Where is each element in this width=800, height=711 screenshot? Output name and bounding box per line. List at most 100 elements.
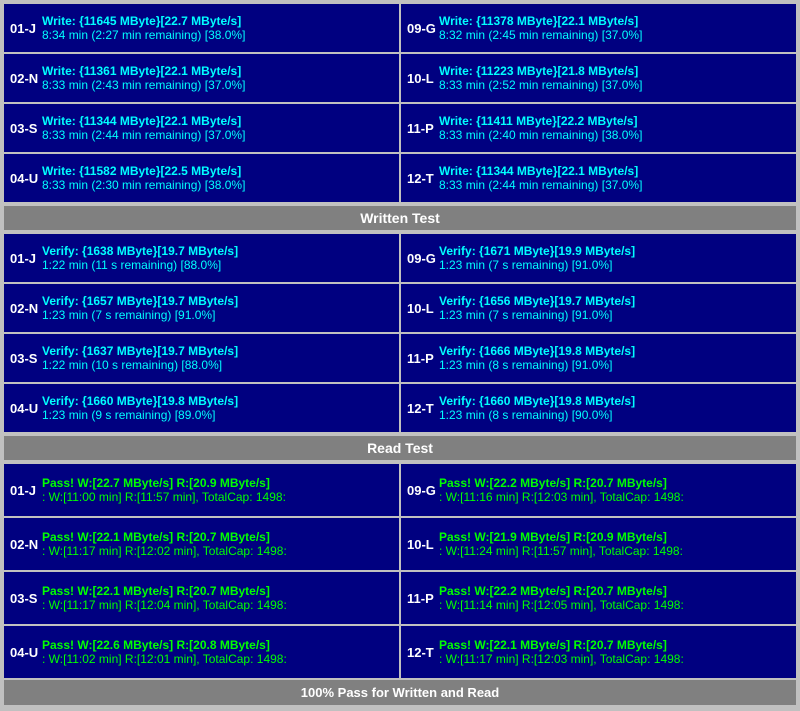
- drive-id: 10-L: [407, 537, 439, 552]
- cell-line1: Pass! W:[22.6 MByte/s] R:[20.8 MByte/s]: [42, 638, 393, 652]
- drive-id: 12-T: [407, 171, 439, 186]
- cell-line2: : W:[11:00 min] R:[11:57 min], TotalCap:…: [42, 490, 393, 504]
- cell-line1: Verify: {1666 MByte}[19.8 MByte/s]: [439, 344, 790, 358]
- drive-cell: 09-GPass! W:[22.2 MByte/s] R:[20.7 MByte…: [401, 464, 796, 516]
- drive-cell: 02-NPass! W:[22.1 MByte/s] R:[20.7 MByte…: [4, 518, 399, 570]
- drive-cell: 01-JVerify: {1638 MByte}[19.7 MByte/s]1:…: [4, 234, 399, 282]
- pass-section: 01-JPass! W:[22.7 MByte/s] R:[20.9 MByte…: [4, 464, 796, 705]
- drive-id: 03-S: [10, 351, 42, 366]
- cell-line1: Write: {11361 MByte}[22.1 MByte/s]: [42, 64, 393, 78]
- cell-line1: Pass! W:[21.9 MByte/s] R:[20.9 MByte/s]: [439, 530, 790, 544]
- drive-cell: 03-SWrite: {11344 MByte}[22.1 MByte/s]8:…: [4, 104, 399, 152]
- drive-id: 09-G: [407, 21, 439, 36]
- cell-line1: Write: {11223 MByte}[21.8 MByte/s]: [439, 64, 790, 78]
- cell-line2: 8:33 min (2:43 min remaining) [37.0%]: [42, 78, 393, 92]
- drive-cell: 12-TPass! W:[22.1 MByte/s] R:[20.7 MByte…: [401, 626, 796, 678]
- drive-cell: 11-PWrite: {11411 MByte}[22.2 MByte/s]8:…: [401, 104, 796, 152]
- cell-line2: : W:[11:17 min] R:[12:03 min], TotalCap:…: [439, 652, 790, 666]
- drive-id: 11-P: [407, 351, 439, 366]
- drive-id: 10-L: [407, 301, 439, 316]
- pass-grid: 01-JPass! W:[22.7 MByte/s] R:[20.9 MByte…: [4, 464, 796, 678]
- cell-line2: 1:23 min (7 s remaining) [91.0%]: [42, 308, 393, 322]
- cell-line2: 8:34 min (2:27 min remaining) [38.0%]: [42, 28, 393, 42]
- drive-id: 01-J: [10, 21, 42, 36]
- cell-line1: Pass! W:[22.1 MByte/s] R:[20.7 MByte/s]: [42, 584, 393, 598]
- cell-line2: 1:23 min (8 s remaining) [90.0%]: [439, 408, 790, 422]
- drive-cell: 09-GWrite: {11378 MByte}[22.1 MByte/s]8:…: [401, 4, 796, 52]
- cell-line1: Pass! W:[22.1 MByte/s] R:[20.7 MByte/s]: [42, 530, 393, 544]
- cell-line1: Pass! W:[22.2 MByte/s] R:[20.7 MByte/s]: [439, 584, 790, 598]
- drive-id: 10-L: [407, 71, 439, 86]
- drive-cell: 03-SVerify: {1637 MByte}[19.7 MByte/s]1:…: [4, 334, 399, 382]
- drive-cell: 02-NWrite: {11361 MByte}[22.1 MByte/s]8:…: [4, 54, 399, 102]
- cell-line1: Verify: {1660 MByte}[19.8 MByte/s]: [42, 394, 393, 408]
- drive-cell: 11-PVerify: {1666 MByte}[19.8 MByte/s]1:…: [401, 334, 796, 382]
- cell-line2: 1:23 min (7 s remaining) [91.0%]: [439, 258, 790, 272]
- drive-id: 02-N: [10, 301, 42, 316]
- drive-cell: 12-TVerify: {1660 MByte}[19.8 MByte/s]1:…: [401, 384, 796, 432]
- cell-line1: Write: {11582 MByte}[22.5 MByte/s]: [42, 164, 393, 178]
- cell-line2: : W:[11:17 min] R:[12:02 min], TotalCap:…: [42, 544, 393, 558]
- drive-id: 11-P: [407, 591, 439, 606]
- drive-cell: 01-JPass! W:[22.7 MByte/s] R:[20.9 MByte…: [4, 464, 399, 516]
- drive-cell: 10-LWrite: {11223 MByte}[21.8 MByte/s]8:…: [401, 54, 796, 102]
- verify-section: 01-JVerify: {1638 MByte}[19.7 MByte/s]1:…: [4, 234, 796, 460]
- cell-line1: Verify: {1637 MByte}[19.7 MByte/s]: [42, 344, 393, 358]
- cell-line2: : W:[11:14 min] R:[12:05 min], TotalCap:…: [439, 598, 790, 612]
- cell-line2: 1:22 min (10 s remaining) [88.0%]: [42, 358, 393, 372]
- cell-line1: Verify: {1657 MByte}[19.7 MByte/s]: [42, 294, 393, 308]
- drive-cell: 03-SPass! W:[22.1 MByte/s] R:[20.7 MByte…: [4, 572, 399, 624]
- footer-status: 100% Pass for Written and Read: [4, 680, 796, 705]
- cell-line2: 1:23 min (8 s remaining) [91.0%]: [439, 358, 790, 372]
- cell-line2: 8:33 min (2:30 min remaining) [38.0%]: [42, 178, 393, 192]
- drive-id: 09-G: [407, 251, 439, 266]
- cell-line1: Pass! W:[22.1 MByte/s] R:[20.7 MByte/s]: [439, 638, 790, 652]
- cell-line1: Write: {11645 MByte}[22.7 MByte/s]: [42, 14, 393, 28]
- drive-id: 01-J: [10, 483, 42, 498]
- cell-line2: 1:23 min (9 s remaining) [89.0%]: [42, 408, 393, 422]
- cell-line1: Write: {11378 MByte}[22.1 MByte/s]: [439, 14, 790, 28]
- cell-line2: : W:[11:16 min] R:[12:03 min], TotalCap:…: [439, 490, 790, 504]
- drive-cell: 10-LPass! W:[21.9 MByte/s] R:[20.9 MByte…: [401, 518, 796, 570]
- drive-id: 02-N: [10, 537, 42, 552]
- drive-cell: 09-GVerify: {1671 MByte}[19.9 MByte/s]1:…: [401, 234, 796, 282]
- drive-cell: 12-TWrite: {11344 MByte}[22.1 MByte/s]8:…: [401, 154, 796, 202]
- drive-cell: 11-PPass! W:[22.2 MByte/s] R:[20.7 MByte…: [401, 572, 796, 624]
- drive-id: 04-U: [10, 645, 42, 660]
- cell-line1: Pass! W:[22.2 MByte/s] R:[20.7 MByte/s]: [439, 476, 790, 490]
- cell-line2: : W:[11:17 min] R:[12:04 min], TotalCap:…: [42, 598, 393, 612]
- cell-line2: 8:32 min (2:45 min remaining) [37.0%]: [439, 28, 790, 42]
- drive-cell: 04-UPass! W:[22.6 MByte/s] R:[20.8 MByte…: [4, 626, 399, 678]
- drive-id: 03-S: [10, 121, 42, 136]
- cell-line1: Verify: {1660 MByte}[19.8 MByte/s]: [439, 394, 790, 408]
- drive-id: 01-J: [10, 251, 42, 266]
- drive-cell: 10-LVerify: {1656 MByte}[19.7 MByte/s]1:…: [401, 284, 796, 332]
- cell-line2: 8:33 min (2:52 min remaining) [37.0%]: [439, 78, 790, 92]
- written-test-header: Written Test: [4, 206, 796, 230]
- drive-id: 12-T: [407, 401, 439, 416]
- drive-id: 04-U: [10, 401, 42, 416]
- drive-cell: 04-UVerify: {1660 MByte}[19.8 MByte/s]1:…: [4, 384, 399, 432]
- drive-id: 12-T: [407, 645, 439, 660]
- cell-line1: Write: {11344 MByte}[22.1 MByte/s]: [439, 164, 790, 178]
- drive-id: 09-G: [407, 483, 439, 498]
- cell-line2: 8:33 min (2:44 min remaining) [37.0%]: [42, 128, 393, 142]
- cell-line2: 1:23 min (7 s remaining) [91.0%]: [439, 308, 790, 322]
- drive-cell: 04-UWrite: {11582 MByte}[22.5 MByte/s]8:…: [4, 154, 399, 202]
- drive-id: 02-N: [10, 71, 42, 86]
- cell-line1: Verify: {1638 MByte}[19.7 MByte/s]: [42, 244, 393, 258]
- write-grid: 01-JWrite: {11645 MByte}[22.7 MByte/s]8:…: [4, 4, 796, 202]
- cell-line2: 8:33 min (2:40 min remaining) [38.0%]: [439, 128, 790, 142]
- cell-line2: 1:22 min (11 s remaining) [88.0%]: [42, 258, 393, 272]
- write-section: 01-JWrite: {11645 MByte}[22.7 MByte/s]8:…: [4, 4, 796, 230]
- cell-line1: Pass! W:[22.7 MByte/s] R:[20.9 MByte/s]: [42, 476, 393, 490]
- drive-id: 04-U: [10, 171, 42, 186]
- read-test-header: Read Test: [4, 436, 796, 460]
- cell-line2: 8:33 min (2:44 min remaining) [37.0%]: [439, 178, 790, 192]
- drive-cell: 01-JWrite: {11645 MByte}[22.7 MByte/s]8:…: [4, 4, 399, 52]
- main-container: 01-JWrite: {11645 MByte}[22.7 MByte/s]8:…: [0, 0, 800, 711]
- cell-line1: Verify: {1671 MByte}[19.9 MByte/s]: [439, 244, 790, 258]
- cell-line1: Verify: {1656 MByte}[19.7 MByte/s]: [439, 294, 790, 308]
- cell-line2: : W:[11:24 min] R:[11:57 min], TotalCap:…: [439, 544, 790, 558]
- drive-id: 03-S: [10, 591, 42, 606]
